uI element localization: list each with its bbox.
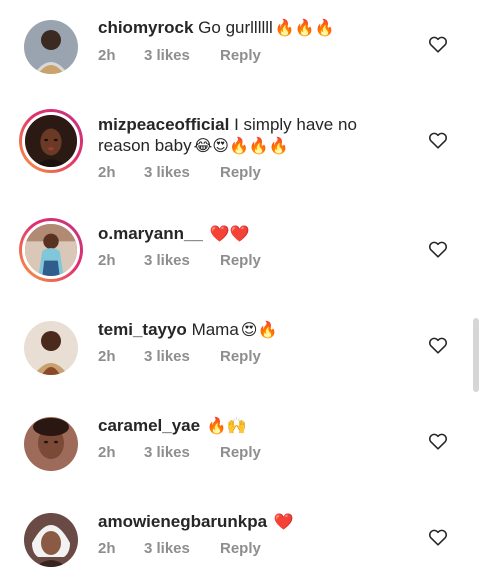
comment-likes[interactable]: 3 likes bbox=[144, 540, 190, 557]
reply-button[interactable]: Reply bbox=[220, 540, 261, 557]
profile-photo bbox=[24, 20, 78, 74]
comment-text: temi_tayyo Mama 😍🔥 bbox=[98, 319, 398, 340]
avatar[interactable] bbox=[24, 417, 78, 471]
reply-button[interactable]: Reply bbox=[220, 348, 261, 365]
comment-emoji: ❤️ bbox=[273, 512, 294, 531]
comment-text: mizpeaceofficial I simply have no reason… bbox=[98, 114, 398, 156]
profile-photo bbox=[24, 417, 78, 471]
comment-emoji: ❤️❤️ bbox=[209, 224, 250, 243]
comment-username[interactable]: mizpeaceofficial bbox=[98, 115, 229, 134]
avatar[interactable] bbox=[19, 218, 83, 282]
comment-likes[interactable]: 3 likes bbox=[144, 47, 190, 64]
profile-photo bbox=[25, 224, 77, 276]
comment-likes[interactable]: 3 likes bbox=[144, 348, 190, 365]
comment-emoji: 🔥🙌 bbox=[206, 416, 247, 435]
comment-time: 2h bbox=[98, 47, 116, 64]
comment-text: chiomyrock Go gurllllll 🔥🔥🔥 bbox=[98, 17, 398, 38]
heart-outline-icon[interactable] bbox=[428, 35, 448, 53]
heart-outline-icon[interactable] bbox=[428, 432, 448, 450]
avatar[interactable] bbox=[24, 20, 78, 74]
comment-text: amowienegbarunkpa ❤️ bbox=[98, 511, 398, 532]
reply-button[interactable]: Reply bbox=[220, 47, 261, 64]
reply-button[interactable]: Reply bbox=[220, 164, 261, 181]
comment-time: 2h bbox=[98, 348, 116, 365]
comment-text: o.maryann__ ❤️❤️ bbox=[98, 223, 398, 244]
reply-button[interactable]: Reply bbox=[220, 444, 261, 461]
avatar[interactable] bbox=[24, 513, 78, 567]
avatar-inner bbox=[22, 112, 80, 170]
reply-button[interactable]: Reply bbox=[220, 252, 261, 269]
comment-emoji: 😍🔥 bbox=[240, 320, 278, 339]
comment-emoji: 😂😍🔥🔥🔥 bbox=[193, 136, 289, 155]
comment-username[interactable]: o.maryann__ bbox=[98, 224, 203, 243]
comment-time: 2h bbox=[98, 252, 116, 269]
comment-message: Go gurllllll bbox=[198, 18, 273, 37]
avatar[interactable] bbox=[24, 321, 78, 375]
profile-photo bbox=[24, 513, 78, 567]
heart-outline-icon[interactable] bbox=[428, 131, 448, 149]
avatar-inner bbox=[22, 221, 80, 279]
comment-text: caramel_yae 🔥🙌 bbox=[98, 415, 398, 436]
comment-emoji: 🔥🔥🔥 bbox=[274, 18, 335, 37]
scrollbar[interactable] bbox=[473, 318, 479, 392]
comment-username[interactable]: temi_tayyo bbox=[98, 320, 187, 339]
comment-time: 2h bbox=[98, 444, 116, 461]
comment-likes[interactable]: 3 likes bbox=[144, 164, 190, 181]
comment-username[interactable]: chiomyrock bbox=[98, 18, 193, 37]
comment-likes[interactable]: 3 likes bbox=[144, 444, 190, 461]
comment-likes[interactable]: 3 likes bbox=[144, 252, 190, 269]
heart-outline-icon[interactable] bbox=[428, 528, 448, 546]
heart-outline-icon[interactable] bbox=[428, 240, 448, 258]
heart-outline-icon[interactable] bbox=[428, 336, 448, 354]
profile-photo bbox=[25, 115, 77, 167]
comment-time: 2h bbox=[98, 540, 116, 557]
profile-photo bbox=[24, 321, 78, 375]
comment-time: 2h bbox=[98, 164, 116, 181]
comment-username[interactable]: amowienegbarunkpa bbox=[98, 512, 267, 531]
comment-username[interactable]: caramel_yae bbox=[98, 416, 200, 435]
comment-message: Mama bbox=[191, 320, 239, 339]
avatar[interactable] bbox=[19, 109, 83, 173]
